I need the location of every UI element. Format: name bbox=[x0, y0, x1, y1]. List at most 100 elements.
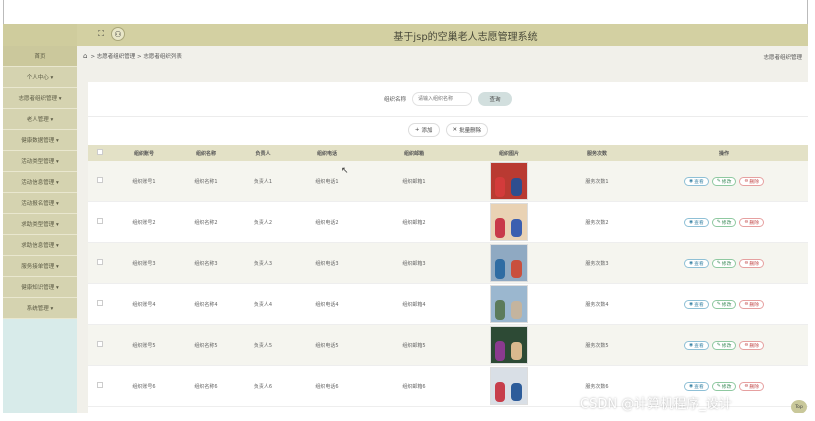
sidebar-item-service-orders[interactable]: 服务接单管理 ▾ bbox=[3, 256, 77, 277]
minus-circle-icon: ⊖ bbox=[744, 342, 749, 348]
delete-button[interactable]: ⊖ 删除 bbox=[739, 176, 765, 186]
view-button[interactable]: ◉ 查看 bbox=[683, 340, 709, 350]
delete-button[interactable]: ⊖ 删除 bbox=[739, 299, 765, 309]
delete-button[interactable]: ⊖ 删除 bbox=[739, 217, 765, 227]
edit-label: 修改 bbox=[721, 220, 732, 226]
pencil-icon: ✎ bbox=[716, 342, 721, 348]
eye-icon: ◉ bbox=[688, 178, 694, 184]
eye-icon: ◉ bbox=[688, 301, 694, 307]
row-checkbox[interactable] bbox=[97, 382, 103, 388]
select-all-checkbox[interactable] bbox=[97, 149, 103, 155]
org-image-area bbox=[495, 382, 505, 402]
home-icon[interactable]: ⌂ bbox=[83, 52, 87, 60]
cell-phone: 组织电话5 bbox=[315, 342, 339, 349]
cell-email: 组织邮箱4 bbox=[402, 301, 426, 308]
view-button[interactable]: ◉ 查看 bbox=[683, 299, 709, 309]
delete-label: 删除 bbox=[749, 179, 760, 185]
column-header[interactable]: 组织邮箱 bbox=[364, 150, 464, 157]
delete-label: 删除 bbox=[749, 384, 760, 390]
org-image bbox=[490, 285, 528, 323]
app-title: 基于jsp的空巢老人志愿管理系统 bbox=[393, 32, 538, 43]
close-icon: ✕ bbox=[452, 127, 458, 133]
breadcrumb-path: > 志愿者组织管理 > 志愿者组织列表 bbox=[90, 54, 182, 60]
sidebar-item-home[interactable]: 首页 bbox=[3, 46, 77, 67]
add-button[interactable]: + 添加 bbox=[407, 123, 440, 137]
delete-button[interactable]: ⊖ 删除 bbox=[739, 381, 765, 391]
delete-button[interactable]: ⊖ 删除 bbox=[739, 258, 765, 268]
cell-org-account: 组织账号5 bbox=[132, 342, 156, 349]
cell-org-account: 组织账号2 bbox=[132, 219, 156, 226]
edit-button[interactable]: ✎ 修改 bbox=[711, 217, 737, 227]
sidebar-item-personal-center[interactable]: 个人中心 ▾ bbox=[3, 67, 77, 88]
sidebar-item-volunteer-org[interactable]: 志愿者组织管理 ▾ bbox=[3, 88, 77, 109]
column-header[interactable]: 服务次数 bbox=[554, 150, 640, 157]
column-header[interactable]: 组织电话 bbox=[290, 150, 364, 157]
column-header[interactable]: 组织名称 bbox=[176, 150, 236, 157]
table-row: 组织账号4 组织名称4 负责人4 组织电话4 组织邮箱4 服务次数4 ◉ 查看 ✎ 修改 ⊖… bbox=[88, 284, 808, 325]
sidebar-item-activity-info[interactable]: 活动信息管理 ▾ bbox=[3, 172, 77, 193]
edit-label: 修改 bbox=[721, 302, 732, 308]
cell-manager: 负责人1 bbox=[253, 178, 273, 185]
minus-circle-icon: ⊖ bbox=[744, 219, 749, 225]
org-image bbox=[490, 203, 528, 241]
org-image bbox=[490, 367, 528, 405]
edit-button[interactable]: ✎ 修改 bbox=[711, 258, 737, 268]
cell-email: 组织邮箱5 bbox=[402, 342, 426, 349]
column-header[interactable]: 组织账号 bbox=[112, 150, 176, 157]
minus-circle-icon: ⊖ bbox=[744, 260, 749, 266]
view-button[interactable]: ◉ 查看 bbox=[683, 258, 709, 268]
cell-email: 组织邮箱1 bbox=[402, 178, 426, 185]
cell-org-account: 组织账号4 bbox=[132, 301, 156, 308]
cell-org-account: 组织账号1 bbox=[132, 178, 156, 185]
sidebar-item-activity-signup[interactable]: 活动报名管理 ▾ bbox=[3, 193, 77, 214]
search-input[interactable] bbox=[412, 92, 472, 106]
edit-button[interactable]: ✎ 修改 bbox=[711, 340, 737, 350]
pencil-icon: ✎ bbox=[716, 383, 721, 389]
minus-circle-icon: ⊖ bbox=[744, 383, 749, 389]
view-label: 查看 bbox=[694, 384, 704, 390]
divider bbox=[88, 116, 808, 117]
edit-label: 修改 bbox=[721, 343, 732, 349]
edit-button[interactable]: ✎ 修改 bbox=[711, 176, 737, 186]
search-button[interactable]: 查询 bbox=[478, 92, 512, 106]
org-image-area bbox=[511, 219, 522, 237]
delete-label: 删除 bbox=[749, 302, 760, 308]
row-checkbox[interactable] bbox=[97, 341, 103, 347]
view-button[interactable]: ◉ 查看 bbox=[683, 217, 709, 227]
column-header[interactable]: 负责人 bbox=[236, 150, 290, 157]
row-checkbox[interactable] bbox=[97, 218, 103, 224]
cell-org-name: 组织名称2 bbox=[194, 219, 218, 226]
cell-service-count: 服务次数4 bbox=[585, 301, 609, 308]
sidebar-item-health-knowledge[interactable]: 健康知识管理 ▾ bbox=[3, 277, 77, 298]
org-image bbox=[490, 326, 528, 364]
batch-delete-label: 批量删除 bbox=[459, 128, 482, 134]
edit-label: 修改 bbox=[721, 261, 732, 267]
eye-icon: ◉ bbox=[688, 219, 694, 225]
row-checkbox[interactable] bbox=[97, 300, 103, 306]
batch-delete-button[interactable]: ✕ 批量删除 bbox=[445, 123, 489, 137]
edit-button[interactable]: ✎ 修改 bbox=[711, 381, 737, 391]
pencil-icon: ✎ bbox=[716, 260, 721, 266]
org-image-area bbox=[495, 177, 505, 197]
org-image-area bbox=[511, 383, 522, 401]
sidebar-item-activity-type[interactable]: 活动类型管理 ▾ bbox=[3, 151, 77, 172]
sidebar: 首页 个人中心 ▾ 志愿者组织管理 ▾ 老人管理 ▾ 健康数据管理 ▾ 活动类型… bbox=[3, 46, 77, 413]
sidebar-item-elderly[interactable]: 老人管理 ▾ bbox=[3, 109, 77, 130]
cell-org-name: 组织名称6 bbox=[194, 383, 218, 390]
view-button[interactable]: ◉ 查看 bbox=[683, 381, 709, 391]
search-bar: 组织名称 查询 bbox=[88, 90, 808, 108]
row-checkbox[interactable] bbox=[97, 259, 103, 265]
back-to-top-button[interactable]: Top bbox=[791, 400, 807, 414]
table-row: 组织账号2 组织名称2 负责人2 组织电话2 组织邮箱2 服务次数2 ◉ 查看 ✎ 修改 ⊖… bbox=[88, 202, 808, 243]
edit-button[interactable]: ✎ 修改 bbox=[711, 299, 737, 309]
main-content: ⌂ > 志愿者组织管理 > 志愿者组织列表 志愿者组织管理 组织名称 查询 +添… bbox=[77, 46, 808, 413]
cell-manager: 负责人4 bbox=[253, 301, 273, 308]
sidebar-item-system[interactable]: 系统管理 ▾ bbox=[3, 298, 77, 319]
view-button[interactable]: ◉ 查看 bbox=[683, 176, 709, 186]
sidebar-item-help-info[interactable]: 求助信息管理 ▾ bbox=[3, 235, 77, 256]
cell-manager: 负责人2 bbox=[253, 219, 273, 226]
delete-button[interactable]: ⊖ 删除 bbox=[739, 340, 765, 350]
sidebar-item-help-type[interactable]: 求助类型管理 ▾ bbox=[3, 214, 77, 235]
sidebar-item-health-data[interactable]: 健康数据管理 ▾ bbox=[3, 130, 77, 151]
row-checkbox[interactable] bbox=[97, 177, 103, 183]
